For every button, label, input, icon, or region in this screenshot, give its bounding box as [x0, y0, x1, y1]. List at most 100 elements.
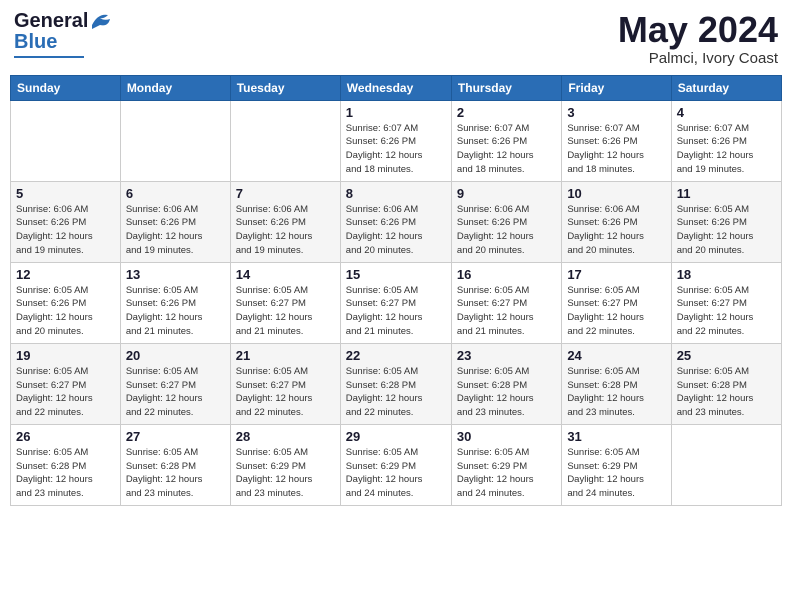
day-info: Sunrise: 6:05 AM Sunset: 6:29 PM Dayligh…: [457, 446, 556, 501]
day-number: 7: [236, 186, 335, 201]
day-number: 31: [567, 429, 665, 444]
table-row: 21 Sunrise: 6:05 AM Sunset: 6:27 PM Dayli…: [230, 343, 340, 424]
day-number: 20: [126, 348, 225, 363]
page-header: General Blue May 2024 Palmci, Ivory Coas…: [10, 10, 782, 67]
day-number: 29: [346, 429, 446, 444]
day-info: Sunrise: 6:05 AM Sunset: 6:27 PM Dayligh…: [346, 284, 446, 339]
day-info: Sunrise: 6:05 AM Sunset: 6:27 PM Dayligh…: [677, 284, 776, 339]
day-info: Sunrise: 6:05 AM Sunset: 6:26 PM Dayligh…: [16, 284, 115, 339]
day-info: Sunrise: 6:05 AM Sunset: 6:27 PM Dayligh…: [236, 365, 335, 420]
table-row: 30 Sunrise: 6:05 AM Sunset: 6:29 PM Dayli…: [451, 424, 561, 505]
day-info: Sunrise: 6:05 AM Sunset: 6:26 PM Dayligh…: [126, 284, 225, 339]
day-number: 16: [457, 267, 556, 282]
table-row: 9 Sunrise: 6:06 AM Sunset: 6:26 PM Daylig…: [451, 181, 561, 262]
logo-bird-icon: [90, 11, 112, 29]
day-info: Sunrise: 6:07 AM Sunset: 6:26 PM Dayligh…: [567, 122, 665, 177]
header-friday: Friday: [562, 75, 671, 100]
table-row: 5 Sunrise: 6:06 AM Sunset: 6:26 PM Daylig…: [11, 181, 121, 262]
table-row: 14 Sunrise: 6:05 AM Sunset: 6:27 PM Dayli…: [230, 262, 340, 343]
day-info: Sunrise: 6:05 AM Sunset: 6:27 PM Dayligh…: [457, 284, 556, 339]
day-number: 5: [16, 186, 115, 201]
day-info: Sunrise: 6:05 AM Sunset: 6:26 PM Dayligh…: [677, 203, 776, 258]
calendar-header-row: Sunday Monday Tuesday Wednesday Thursday…: [11, 75, 782, 100]
day-number: 1: [346, 105, 446, 120]
table-row: 31 Sunrise: 6:05 AM Sunset: 6:29 PM Dayli…: [562, 424, 671, 505]
day-info: Sunrise: 6:07 AM Sunset: 6:26 PM Dayligh…: [346, 122, 446, 177]
day-info: Sunrise: 6:05 AM Sunset: 6:27 PM Dayligh…: [567, 284, 665, 339]
table-row: 10 Sunrise: 6:06 AM Sunset: 6:26 PM Dayli…: [562, 181, 671, 262]
header-tuesday: Tuesday: [230, 75, 340, 100]
logo: General Blue: [14, 10, 112, 58]
table-row: 1 Sunrise: 6:07 AM Sunset: 6:26 PM Daylig…: [340, 100, 451, 181]
day-info: Sunrise: 6:06 AM Sunset: 6:26 PM Dayligh…: [457, 203, 556, 258]
header-sunday: Sunday: [11, 75, 121, 100]
table-row: 24Sunrise: 6:05 AM Sunset: 6:28 PM Dayli…: [562, 343, 671, 424]
table-row: 6 Sunrise: 6:06 AM Sunset: 6:26 PM Daylig…: [120, 181, 230, 262]
table-row: 20 Sunrise: 6:05 AM Sunset: 6:27 PM Dayli…: [120, 343, 230, 424]
day-info: Sunrise: 6:05 AM Sunset: 6:27 PM Dayligh…: [236, 284, 335, 339]
day-number: 11: [677, 186, 776, 201]
day-info: Sunrise: 6:06 AM Sunset: 6:26 PM Dayligh…: [16, 203, 115, 258]
day-number: 30: [457, 429, 556, 444]
table-row: 28 Sunrise: 6:05 AM Sunset: 6:29 PM Dayli…: [230, 424, 340, 505]
table-row: 2Sunrise: 6:07 AM Sunset: 6:26 PM Daylig…: [451, 100, 561, 181]
day-info: Sunrise: 6:06 AM Sunset: 6:26 PM Dayligh…: [346, 203, 446, 258]
logo-underline: [14, 56, 84, 58]
day-number: 15: [346, 267, 446, 282]
day-info: Sunrise: 6:05 AM Sunset: 6:28 PM Dayligh…: [126, 446, 225, 501]
day-number: 12: [16, 267, 115, 282]
day-info: Sunrise: 6:07 AM Sunset: 6:26 PM Dayligh…: [457, 122, 556, 177]
table-row: 15 Sunrise: 6:05 AM Sunset: 6:27 PM Dayli…: [340, 262, 451, 343]
day-number: 14: [236, 267, 335, 282]
day-number: 18: [677, 267, 776, 282]
day-number: 3: [567, 105, 665, 120]
day-info: Sunrise: 6:05 AM Sunset: 6:29 PM Dayligh…: [236, 446, 335, 501]
logo-blue: Blue: [14, 31, 57, 54]
day-info: Sunrise: 6:06 AM Sunset: 6:26 PM Dayligh…: [126, 203, 225, 258]
day-number: 26: [16, 429, 115, 444]
day-number: 22: [346, 348, 446, 363]
day-number: 8: [346, 186, 446, 201]
table-row: 25 Sunrise: 6:05 AM Sunset: 6:28 PM Dayli…: [671, 343, 781, 424]
table-row: 7Sunrise: 6:06 AM Sunset: 6:26 PM Daylig…: [230, 181, 340, 262]
day-number: 10: [567, 186, 665, 201]
day-info: Sunrise: 6:05 AM Sunset: 6:28 PM Dayligh…: [16, 446, 115, 501]
location: Palmci, Ivory Coast: [618, 50, 778, 67]
table-row: 11 Sunrise: 6:05 AM Sunset: 6:26 PM Dayli…: [671, 181, 781, 262]
header-thursday: Thursday: [451, 75, 561, 100]
day-info: Sunrise: 6:05 AM Sunset: 6:27 PM Dayligh…: [16, 365, 115, 420]
day-number: 24: [567, 348, 665, 363]
table-row: [671, 424, 781, 505]
day-info: Sunrise: 6:05 AM Sunset: 6:27 PM Dayligh…: [126, 365, 225, 420]
table-row: 22 Sunrise: 6:05 AM Sunset: 6:28 PM Dayli…: [340, 343, 451, 424]
month-title: May 2024: [618, 10, 778, 50]
table-row: 29 Sunrise: 6:05 AM Sunset: 6:29 PM Dayli…: [340, 424, 451, 505]
logo-general: General: [14, 10, 88, 33]
day-number: 23: [457, 348, 556, 363]
table-row: 26 Sunrise: 6:05 AM Sunset: 6:28 PM Dayli…: [11, 424, 121, 505]
day-number: 28: [236, 429, 335, 444]
day-info: Sunrise: 6:05 AM Sunset: 6:29 PM Dayligh…: [346, 446, 446, 501]
day-info: Sunrise: 6:05 AM Sunset: 6:28 PM Dayligh…: [346, 365, 446, 420]
day-number: 25: [677, 348, 776, 363]
table-row: 19Sunrise: 6:05 AM Sunset: 6:27 PM Dayli…: [11, 343, 121, 424]
day-info: Sunrise: 6:05 AM Sunset: 6:28 PM Dayligh…: [457, 365, 556, 420]
table-row: [11, 100, 121, 181]
header-saturday: Saturday: [671, 75, 781, 100]
table-row: 3 Sunrise: 6:07 AM Sunset: 6:26 PM Daylig…: [562, 100, 671, 181]
day-info: Sunrise: 6:05 AM Sunset: 6:28 PM Dayligh…: [677, 365, 776, 420]
table-row: 23 Sunrise: 6:05 AM Sunset: 6:28 PM Dayli…: [451, 343, 561, 424]
table-row: 17Sunrise: 6:05 AM Sunset: 6:27 PM Dayli…: [562, 262, 671, 343]
day-number: 4: [677, 105, 776, 120]
header-wednesday: Wednesday: [340, 75, 451, 100]
day-info: Sunrise: 6:06 AM Sunset: 6:26 PM Dayligh…: [567, 203, 665, 258]
day-number: 21: [236, 348, 335, 363]
table-row: 18 Sunrise: 6:05 AM Sunset: 6:27 PM Dayli…: [671, 262, 781, 343]
day-number: 6: [126, 186, 225, 201]
header-monday: Monday: [120, 75, 230, 100]
table-row: 4Sunrise: 6:07 AM Sunset: 6:26 PM Daylig…: [671, 100, 781, 181]
calendar-table: Sunday Monday Tuesday Wednesday Thursday…: [10, 75, 782, 506]
table-row: [230, 100, 340, 181]
day-info: Sunrise: 6:05 AM Sunset: 6:29 PM Dayligh…: [567, 446, 665, 501]
day-number: 9: [457, 186, 556, 201]
